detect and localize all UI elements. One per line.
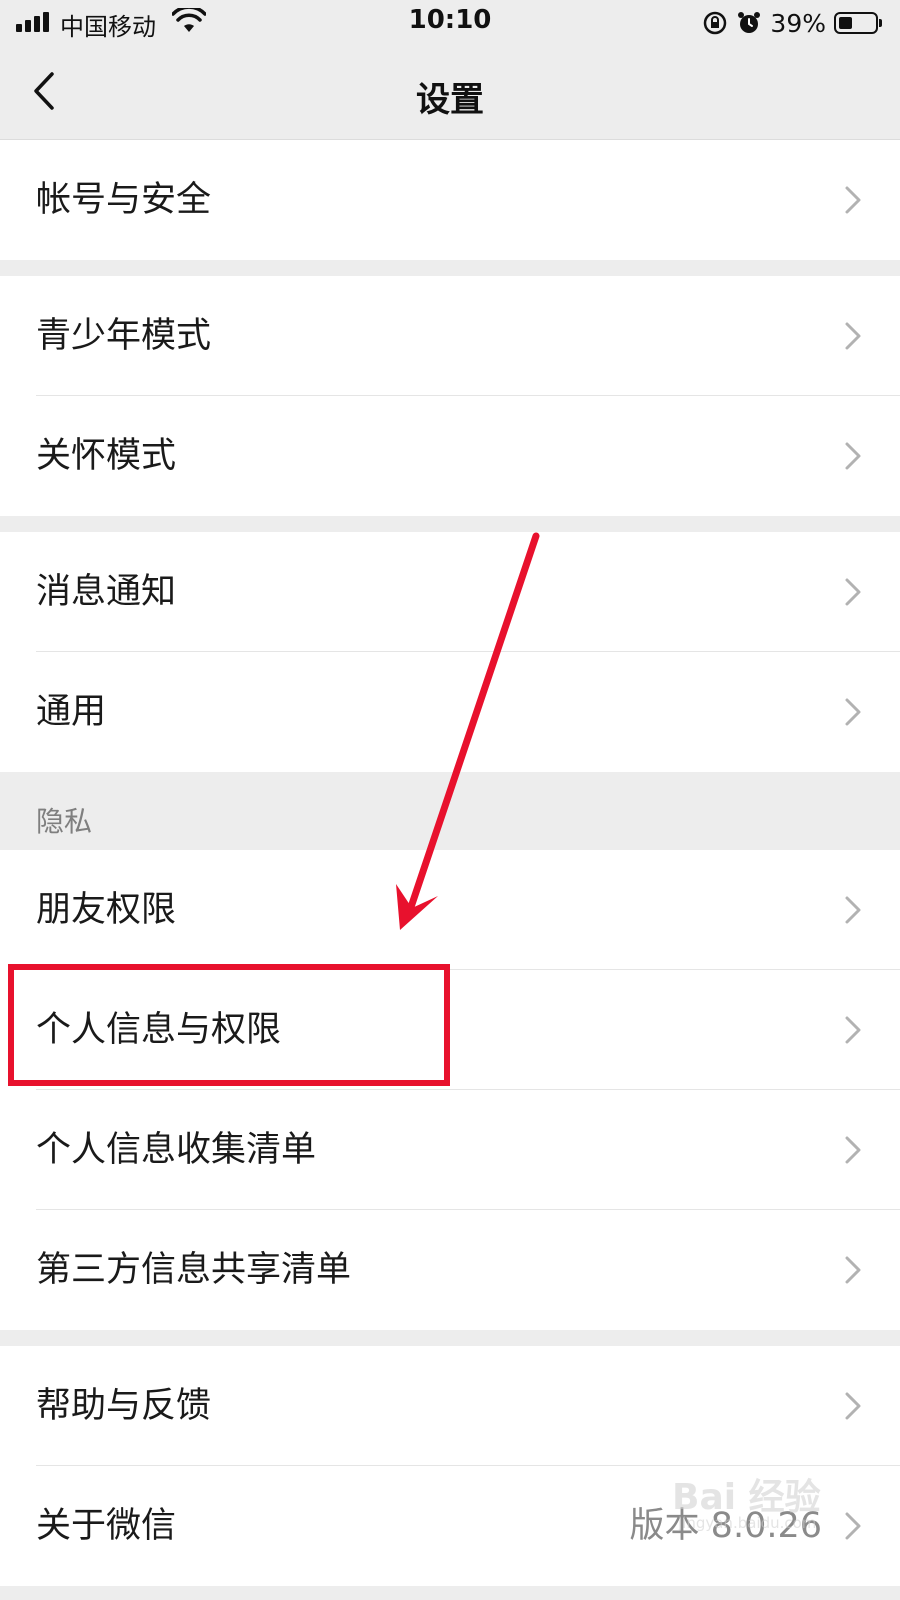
settings-item-teen-mode[interactable]: 青少年模式	[0, 276, 900, 396]
settings-item-label: 朋友权限	[36, 890, 177, 930]
rotation-lock-icon	[704, 11, 727, 35]
settings-item-account-security[interactable]: 帐号与安全	[0, 140, 900, 260]
settings-item-label: 关怀模式	[36, 436, 177, 476]
settings-item-personal-info-collection[interactable]: 个人信息收集清单	[0, 1090, 900, 1210]
alarm-icon	[738, 12, 761, 33]
chevron-right-icon	[845, 1136, 861, 1164]
watermark-text: Bai 经验	[672, 1477, 821, 1518]
nav-bar: 设置	[0, 46, 900, 140]
chevron-right-icon	[845, 442, 861, 470]
settings-item-care-mode[interactable]: 关怀模式	[0, 396, 900, 516]
settings-item-label: 通用	[36, 692, 107, 732]
status-bar: 中国移动 10:10 39%	[0, 0, 900, 46]
watermark-sub: jingyan.baidu.com	[678, 1514, 817, 1532]
chevron-right-icon	[845, 896, 861, 924]
battery-percent: 39%	[770, 8, 826, 38]
settings-item-label: 第三方信息共享清单	[36, 1250, 352, 1290]
chevron-right-icon	[845, 1016, 861, 1044]
settings-item-help-feedback[interactable]: 帮助与反馈	[0, 1346, 900, 1466]
settings-item-label: 帐号与安全	[36, 180, 212, 220]
settings-item-label: 关于微信	[36, 1506, 177, 1546]
battery-icon	[834, 12, 882, 34]
settings-item-label: 个人信息收集清单	[36, 1130, 317, 1170]
chevron-right-icon	[845, 1256, 861, 1284]
status-right-group: 39%	[702, 6, 882, 40]
settings-item-notifications[interactable]: 消息通知	[0, 532, 900, 652]
settings-item-general[interactable]: 通用	[0, 652, 900, 772]
settings-item-friend-permissions[interactable]: 朋友权限	[0, 850, 900, 970]
settings-item-label: 消息通知	[36, 572, 177, 612]
settings-item-label: 帮助与反馈	[36, 1386, 212, 1426]
chevron-right-icon	[845, 186, 861, 214]
chevron-right-icon	[845, 698, 861, 726]
battery-level	[839, 17, 852, 29]
section-header-privacy: 隐私	[36, 805, 93, 838]
page-title: 设置	[416, 80, 484, 120]
settings-item-label: 青少年模式	[36, 316, 212, 356]
chevron-right-icon	[845, 1392, 861, 1420]
watermark: Bai 经验 jingyan.baidu.com	[672, 1460, 852, 1540]
chevron-right-icon	[845, 578, 861, 606]
chevron-right-icon	[845, 322, 861, 350]
settings-item-third-party-sharing[interactable]: 第三方信息共享清单	[0, 1210, 900, 1330]
highlight-box	[8, 964, 450, 1086]
